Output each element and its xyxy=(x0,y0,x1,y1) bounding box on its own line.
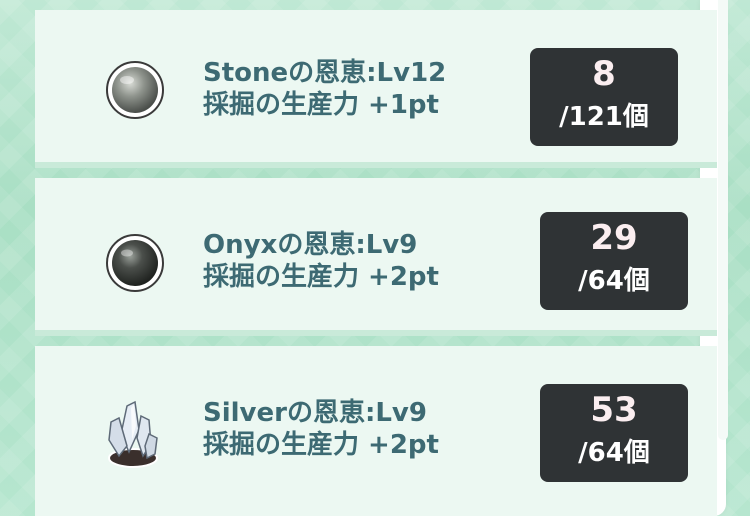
item-title: Stoneの恩恵:Lv12 xyxy=(203,58,447,88)
item-total: /121個 xyxy=(559,102,649,132)
list-item-onyx[interactable]: Onyxの恩恵:Lv9 採掘の生産力 +2pt 29 /64個 xyxy=(35,178,717,336)
item-title: Onyxの恩恵:Lv9 xyxy=(203,230,418,260)
item-description: 採掘の生産力 +1pt xyxy=(203,90,439,120)
item-count: 8 xyxy=(592,54,616,94)
silver-crystal-icon xyxy=(101,400,165,470)
count-box: 8 /121個 xyxy=(530,48,678,146)
item-description: 採掘の生産力 +2pt xyxy=(203,430,439,460)
count-box: 29 /64個 xyxy=(540,212,688,310)
scrollbar-thumb[interactable] xyxy=(718,0,728,440)
count-box: 53 /64個 xyxy=(540,384,688,482)
item-total: /64個 xyxy=(578,266,650,296)
list-item-stone[interactable]: Stoneの恩恵:Lv12 採掘の生産力 +1pt 8 /121個 xyxy=(35,10,717,168)
item-total: /64個 xyxy=(578,438,650,468)
item-count: 53 xyxy=(590,390,638,430)
item-title: Silverの恩恵:Lv9 xyxy=(203,398,427,428)
item-description: 採掘の生産力 +2pt xyxy=(203,262,439,292)
item-count: 29 xyxy=(590,218,638,258)
list-item-silver[interactable]: Silverの恩恵:Lv9 採掘の生産力 +2pt 53 /64個 xyxy=(35,346,717,516)
onyx-orb-icon xyxy=(105,233,165,293)
stone-orb-icon xyxy=(105,60,165,120)
